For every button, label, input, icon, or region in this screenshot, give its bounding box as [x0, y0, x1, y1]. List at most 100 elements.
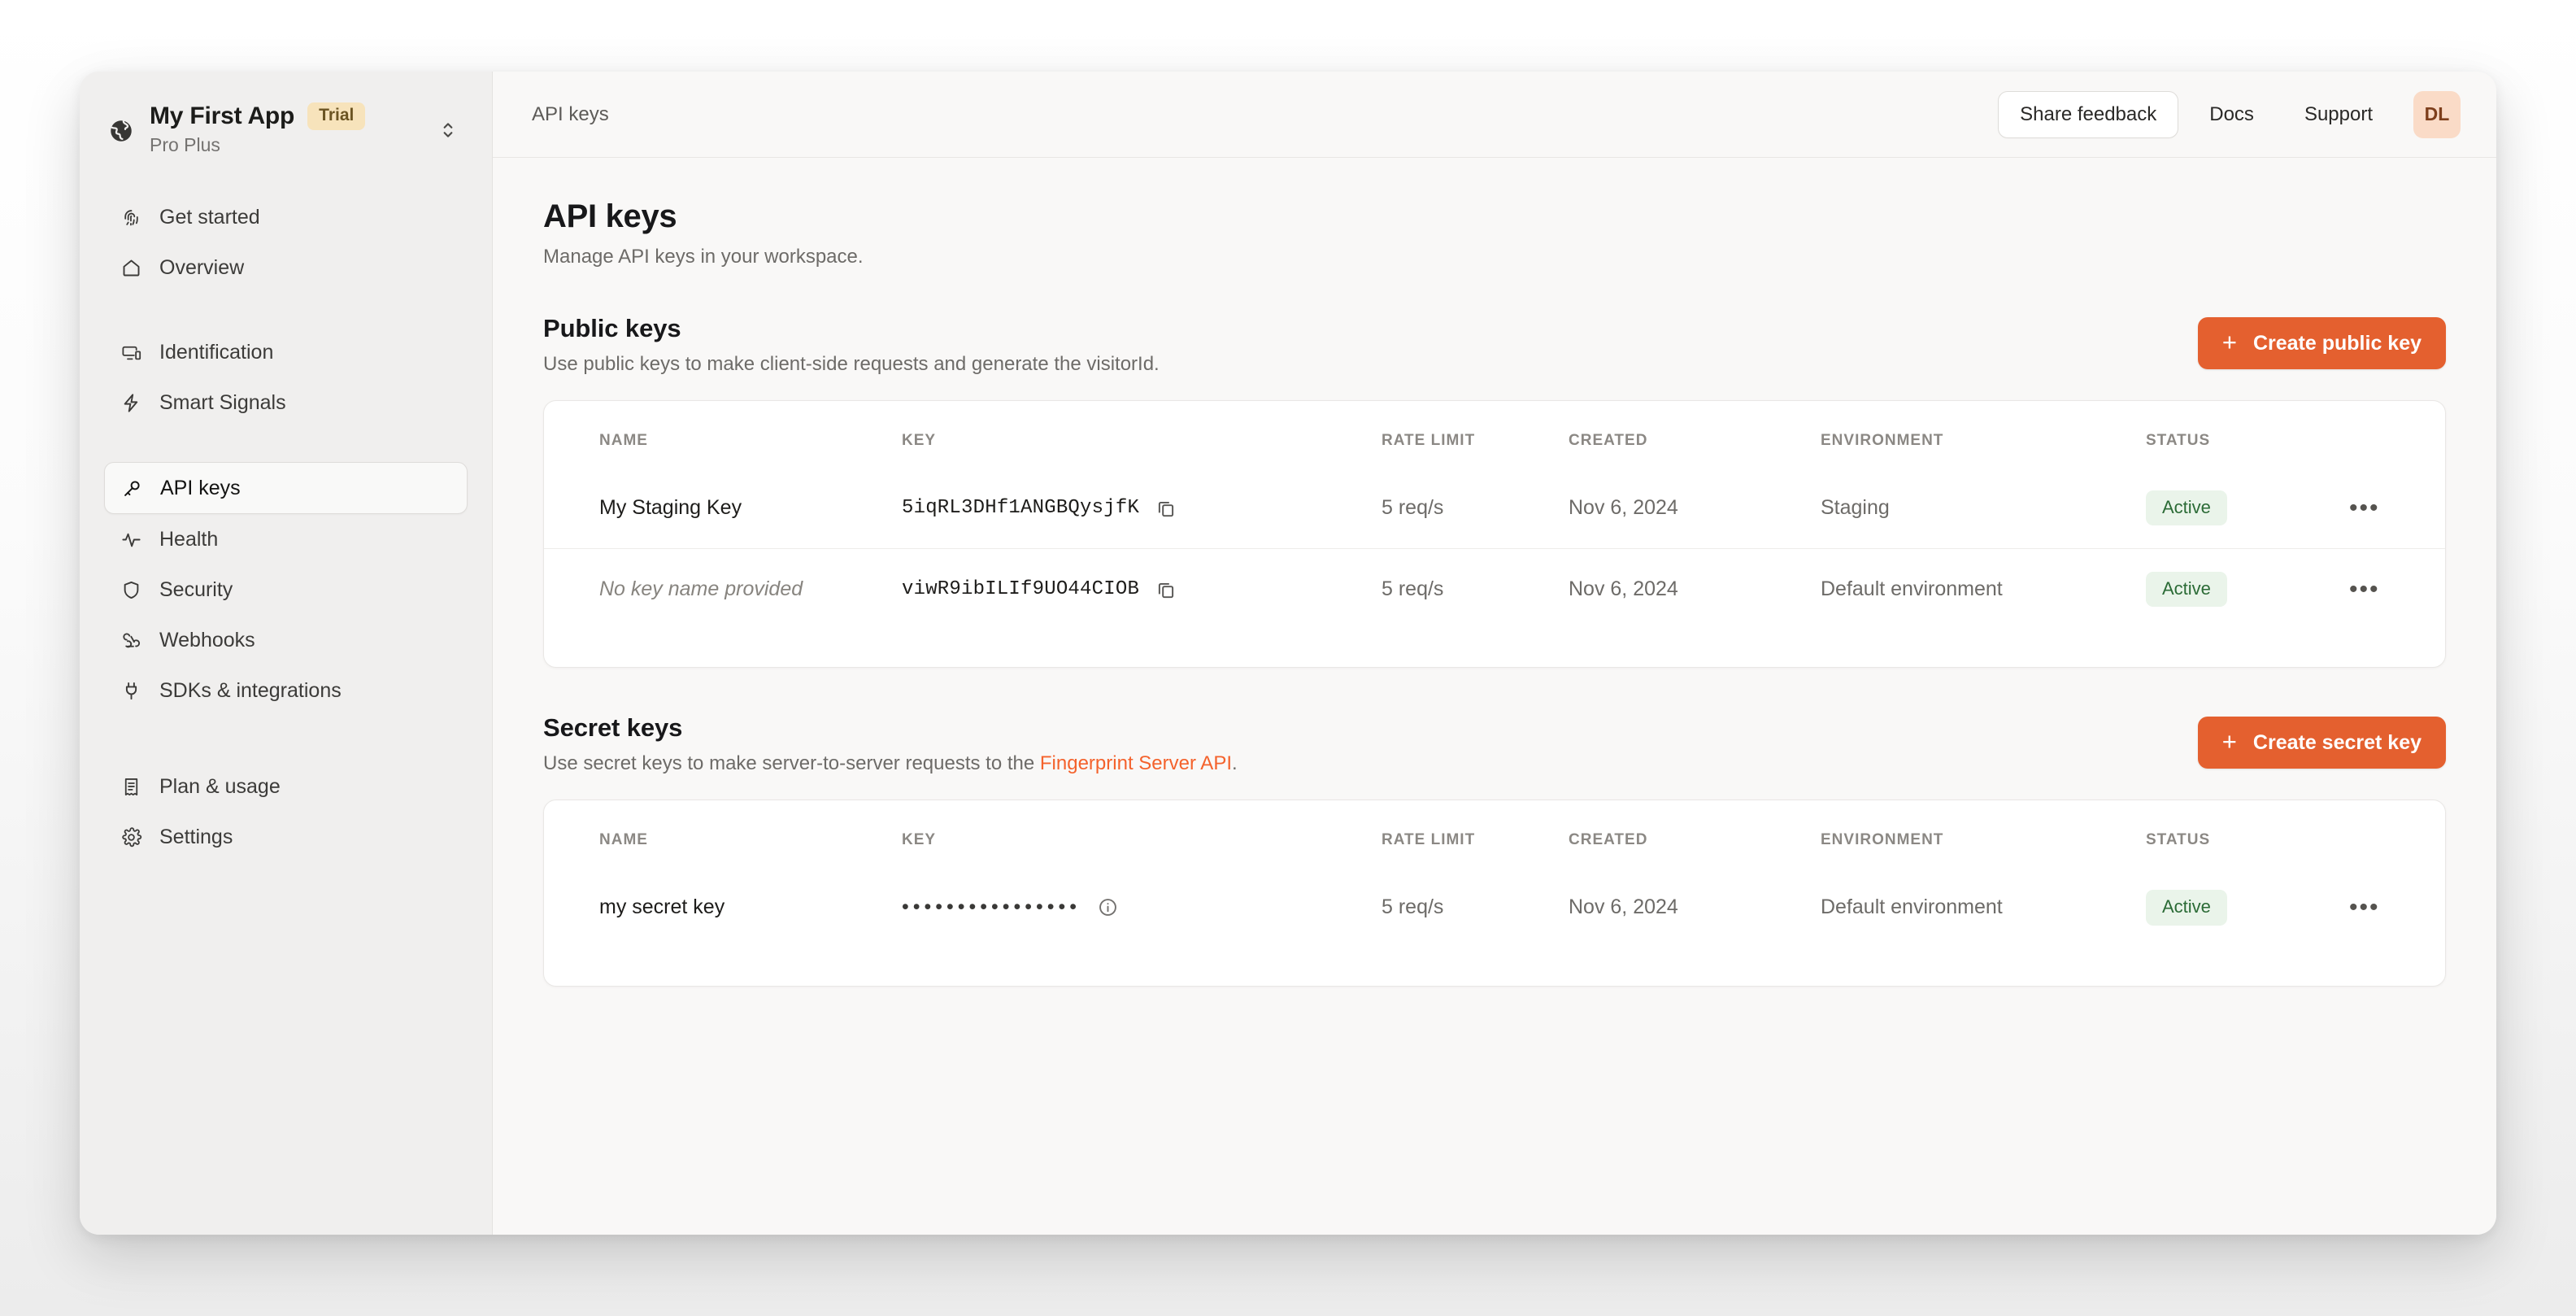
cell-environment: Default environment: [1821, 867, 2146, 948]
table-header-row: NAME KEY RATE LIMIT CREATED ENVIRONMENT …: [544, 800, 2445, 867]
workspace-plan-badge: Trial: [307, 102, 365, 129]
sidebar-item-label: Settings: [159, 826, 233, 849]
cell-actions: •••: [2349, 549, 2445, 630]
nav-group-account: Plan & usage Settings: [104, 761, 468, 862]
cell-key: ••••••••••••••••: [902, 867, 1382, 948]
cell-key: viwR9ibILIf9UO44CIOB: [902, 549, 1382, 630]
public-keys-description: Use public keys to make client-side requ…: [543, 353, 2198, 376]
nav-group-products: Identification Smart Signals: [104, 327, 468, 428]
sidebar-item-plan-usage[interactable]: Plan & usage: [104, 761, 468, 812]
public-key-value: viwR9ibILIf9UO44CIOB: [902, 578, 1139, 600]
workspace-name: My First App: [150, 102, 294, 130]
secret-keys-table-card: NAME KEY RATE LIMIT CREATED ENVIRONMENT …: [543, 800, 2446, 986]
status-badge: Active: [2146, 490, 2227, 525]
sidebar-nav: Get started Overview: [80, 192, 492, 862]
overflow-menu-icon[interactable]: •••: [2349, 501, 2445, 516]
column-header-actions: [2349, 800, 2445, 867]
shield-icon: [119, 577, 143, 602]
nav-divider-space: [104, 428, 468, 462]
sidebar-item-overview[interactable]: Overview: [104, 242, 468, 293]
info-icon[interactable]: [1095, 895, 1120, 920]
key-icon: [120, 476, 144, 500]
sidebar: My First App Trial Pro Plus: [80, 72, 493, 1235]
fingerprint-icon: [119, 205, 143, 229]
sidebar-item-get-started[interactable]: Get started: [104, 192, 468, 242]
cell-name: My Staging Key: [544, 468, 902, 549]
column-header-name: NAME: [544, 800, 902, 867]
chevron-up-down-icon[interactable]: [432, 114, 464, 146]
avatar[interactable]: DL: [2413, 91, 2461, 138]
cell-rate-limit: 5 req/s: [1382, 549, 1569, 630]
cell-status: Active: [2146, 867, 2349, 948]
docs-link[interactable]: Docs: [2190, 92, 2274, 137]
status-badge: Active: [2146, 890, 2227, 925]
share-feedback-button[interactable]: Share feedback: [1998, 91, 2178, 138]
globe-icon: [107, 117, 135, 145]
page-title: API keys: [543, 198, 2446, 235]
cell-actions: •••: [2349, 867, 2445, 948]
workspace-switcher[interactable]: My First App Trial Pro Plus: [80, 72, 492, 156]
secret-keys-section: Secret keys Use secret keys to make serv…: [543, 713, 2446, 986]
sidebar-item-smart-signals[interactable]: Smart Signals: [104, 377, 468, 428]
breadcrumb: API keys: [532, 103, 1998, 126]
copy-icon[interactable]: [1154, 577, 1178, 602]
secret-key-masked-value: ••••••••••••••••: [902, 895, 1081, 919]
create-secret-key-button[interactable]: + Create secret key: [2198, 717, 2446, 769]
column-header-key: KEY: [902, 800, 1382, 867]
secret-keys-header: Secret keys Use secret keys to make serv…: [543, 713, 2446, 775]
column-header-key: KEY: [902, 401, 1382, 468]
support-link[interactable]: Support: [2285, 92, 2392, 137]
key-name: my secret key: [599, 895, 724, 918]
nav-group-platform: API keys Health Se: [104, 462, 468, 716]
secret-keys-table: NAME KEY RATE LIMIT CREATED ENVIRONMENT …: [544, 800, 2445, 948]
devices-icon: [119, 340, 143, 364]
cell-environment: Staging: [1821, 468, 2146, 549]
public-keys-section: Public keys Use public keys to make clie…: [543, 314, 2446, 668]
create-secret-key-label: Create secret key: [2253, 731, 2422, 755]
sidebar-item-sdks-integrations[interactable]: SDKs & integrations: [104, 665, 468, 716]
table-header-row: NAME KEY RATE LIMIT CREATED ENVIRONMENT …: [544, 401, 2445, 468]
sidebar-item-label: Security: [159, 578, 233, 602]
column-header-environment: ENVIRONMENT: [1821, 800, 2146, 867]
receipt-icon: [119, 774, 143, 799]
create-public-key-button[interactable]: + Create public key: [2198, 317, 2446, 369]
cell-name: No key name provided: [544, 549, 902, 630]
table-row: my secret key ••••••••••••••••: [544, 867, 2445, 948]
key-name: My Staging Key: [599, 496, 742, 519]
sidebar-item-api-keys[interactable]: API keys: [104, 462, 468, 514]
sidebar-item-label: Overview: [159, 256, 244, 280]
webhook-icon: [119, 628, 143, 652]
key-name: No key name provided: [599, 577, 803, 600]
top-bar: API keys Share feedback Docs Support DL: [493, 72, 2496, 158]
overflow-menu-icon[interactable]: •••: [2349, 582, 2445, 597]
table-body: my secret key ••••••••••••••••: [544, 867, 2445, 948]
copy-icon[interactable]: [1154, 496, 1178, 521]
page-subtitle: Manage API keys in your workspace.: [543, 246, 2446, 268]
sidebar-item-label: Get started: [159, 206, 260, 229]
table-head: NAME KEY RATE LIMIT CREATED ENVIRONMENT …: [544, 800, 2445, 867]
cell-actions: •••: [2349, 468, 2445, 549]
sidebar-item-label: API keys: [160, 477, 241, 500]
column-header-created: CREATED: [1569, 800, 1821, 867]
cell-rate-limit: 5 req/s: [1382, 468, 1569, 549]
table-footer-space: [544, 630, 2445, 667]
sidebar-item-settings[interactable]: Settings: [104, 812, 468, 862]
page-content: API keys Manage API keys in your workspa…: [493, 158, 2496, 1235]
activity-icon: [119, 527, 143, 551]
main-content: API keys Share feedback Docs Support DL …: [493, 72, 2496, 1235]
sidebar-item-label: Smart Signals: [159, 391, 286, 415]
table-head: NAME KEY RATE LIMIT CREATED ENVIRONMENT …: [544, 401, 2445, 468]
fingerprint-server-api-link[interactable]: Fingerprint Server API: [1040, 752, 1232, 774]
table-body: My Staging Key 5iqRL3DHf1ANGBQysjfK: [544, 468, 2445, 630]
sidebar-item-webhooks[interactable]: Webhooks: [104, 615, 468, 665]
sidebar-item-security[interactable]: Security: [104, 564, 468, 615]
cell-created: Nov 6, 2024: [1569, 468, 1821, 549]
secret-keys-title: Secret keys: [543, 713, 2198, 743]
sidebar-item-health[interactable]: Health: [104, 514, 468, 564]
public-keys-title: Public keys: [543, 314, 2198, 343]
nav-divider-space: [104, 716, 468, 761]
table-row: My Staging Key 5iqRL3DHf1ANGBQysjfK: [544, 468, 2445, 549]
sidebar-item-identification[interactable]: Identification: [104, 327, 468, 377]
table-row: No key name provided viwR9ibILIf9UO44CIO…: [544, 549, 2445, 630]
overflow-menu-icon[interactable]: •••: [2349, 900, 2445, 915]
